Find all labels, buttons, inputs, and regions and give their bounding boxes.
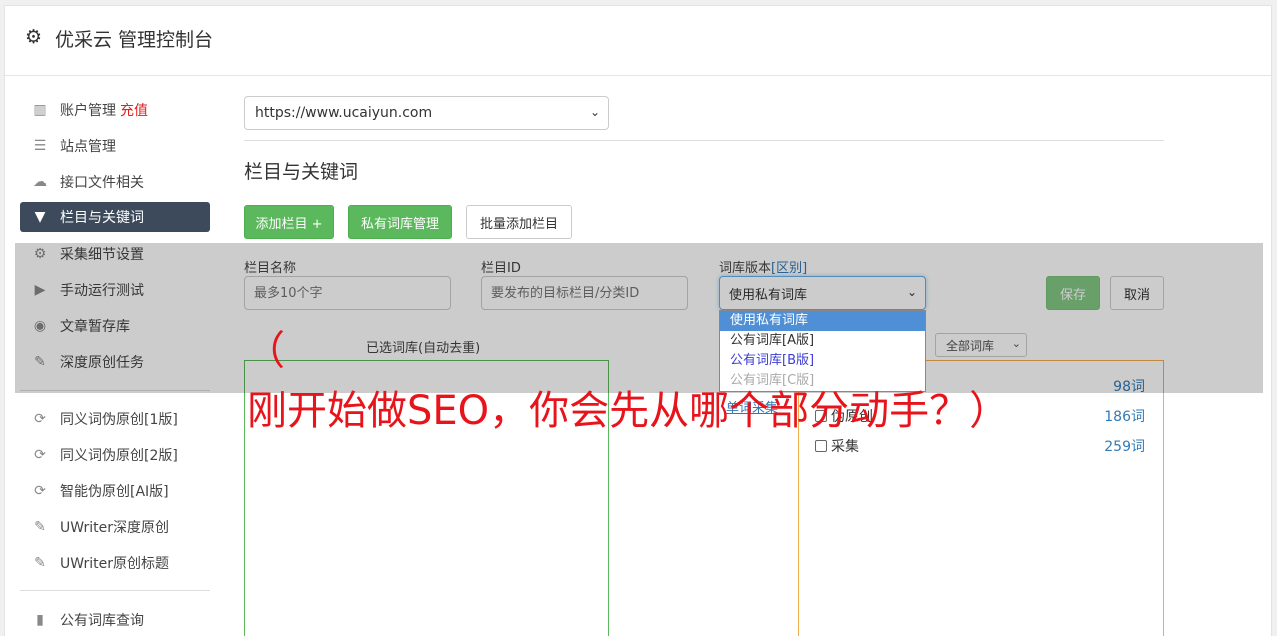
refresh-icon: ⟳ <box>34 483 46 499</box>
cloud-upload-icon: ☁ <box>33 174 47 190</box>
refresh-icon: ⟳ <box>34 411 46 427</box>
private-lib-button[interactable]: 私有词库管理 <box>348 205 452 239</box>
sidebar-item-sites[interactable]: ☰ 站点管理 <box>20 131 210 161</box>
divider <box>244 140 1164 141</box>
lib-checkbox[interactable] <box>815 440 827 452</box>
section-title: 栏目与关键词 <box>244 161 359 183</box>
dropdown-option[interactable]: 公有词库[A版] <box>720 331 925 351</box>
sidebar-item-label: UWriter深度原创 <box>60 520 169 536</box>
bar-chart-icon: ▥ <box>33 102 47 118</box>
caption-paren: （ <box>245 328 285 374</box>
sidebar-item-label: 账户管理 <box>60 103 116 119</box>
sidebar-item-label: 站点管理 <box>60 139 116 155</box>
sidebar-item-label: UWriter原创标题 <box>60 556 169 572</box>
site-select-value: https://www.ucaiyun.com <box>255 105 433 121</box>
sidebar-item-label: 栏目与关键词 <box>60 210 144 226</box>
header: ⚙ 优采云 管理控制台 <box>5 6 1271 76</box>
sidebar-item-synonym-v1[interactable]: ⟳ 同义词伪原创[1版] <box>20 404 210 434</box>
site-select[interactable]: https://www.ucaiyun.com ⌄ <box>244 96 609 130</box>
sidebar-item-interface[interactable]: ☁ 接口文件相关 <box>20 167 210 197</box>
lib-name: 采集 <box>831 439 859 455</box>
lib-count: 186词 <box>1104 409 1145 425</box>
sidebar-item-label: 接口文件相关 <box>60 175 144 191</box>
sidebar-item-label: 公有词库查询 <box>60 613 144 629</box>
batch-add-button[interactable]: 批量添加栏目 <box>466 205 572 239</box>
page-title: 优采云 管理控制台 <box>55 29 214 51</box>
sidebar-item-account[interactable]: ▥ 账户管理 充值 <box>20 95 210 125</box>
refresh-icon: ⟳ <box>34 447 46 463</box>
sidebar-divider <box>20 590 210 591</box>
lib-count: 259词 <box>1104 439 1145 455</box>
sidebar-item-label: 同义词伪原创[1版] <box>60 412 178 428</box>
sidebar-item-ai-rewrite[interactable]: ⟳ 智能伪原创[AI版] <box>20 476 210 506</box>
sidebar-item-label: 智能伪原创[AI版] <box>60 484 169 500</box>
sidebar-item-uwriter-title[interactable]: ✎ UWriter原创标题 <box>20 548 210 578</box>
edit-icon: ✎ <box>34 555 46 571</box>
sidebar-item-columns[interactable]: ▼ 栏目与关键词 <box>20 202 210 232</box>
gear-icon: ⚙ <box>25 26 43 48</box>
sidebar-item-label: 同义词伪原创[2版] <box>60 448 178 464</box>
edit-icon: ✎ <box>34 519 46 535</box>
recharge-link[interactable]: 充值 <box>120 100 148 120</box>
caption-text: 刚开始做SEO，你会先从哪个部分动手？） <box>247 388 1010 434</box>
sidebar-item-uwriter-deep[interactable]: ✎ UWriter深度原创 <box>20 512 210 542</box>
add-column-button[interactable]: 添加栏目 + <box>244 205 334 239</box>
sidebar-item-synonym-v2[interactable]: ⟳ 同义词伪原创[2版] <box>20 440 210 470</box>
filter-icon: ▼ <box>34 209 46 225</box>
dropdown-option[interactable]: 使用私有词库 <box>720 311 925 331</box>
lib-row[interactable]: 采集 259词 <box>815 436 1145 456</box>
book-icon: ▮ <box>36 612 44 628</box>
sidebar-item-public-lib[interactable]: ▮ 公有词库查询 <box>20 605 210 635</box>
server-icon: ☰ <box>33 138 47 154</box>
chevron-down-icon: ⌄ <box>589 105 600 119</box>
overlay <box>15 243 1263 393</box>
dropdown-option[interactable]: 公有词库[B版] <box>720 351 925 371</box>
